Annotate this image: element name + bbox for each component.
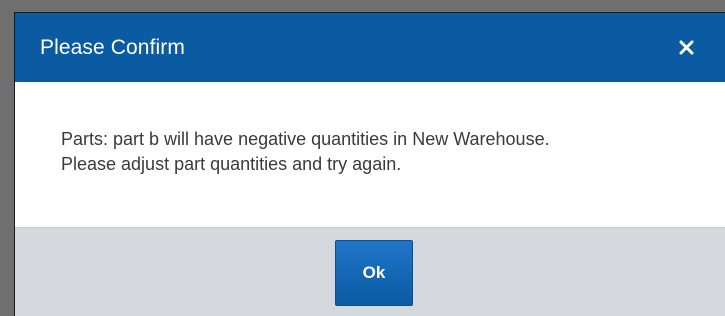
dialog-body: Parts: part b will have negative quantit… [15,82,725,227]
close-icon [679,40,693,54]
dialog-title: Please Confirm [40,36,185,59]
message-line: Please adjust part quantities and try ag… [61,154,402,174]
dialog-header: Please Confirm [15,13,725,82]
dialog-message: Parts: part b will have negative quantit… [61,127,550,177]
close-button[interactable] [673,34,699,60]
dialog-footer: Ok [15,227,725,316]
confirm-dialog: Please Confirm Parts: part b will have n… [14,12,725,316]
ok-button[interactable]: Ok [335,240,413,306]
message-line: Parts: part b will have negative quantit… [61,129,550,149]
